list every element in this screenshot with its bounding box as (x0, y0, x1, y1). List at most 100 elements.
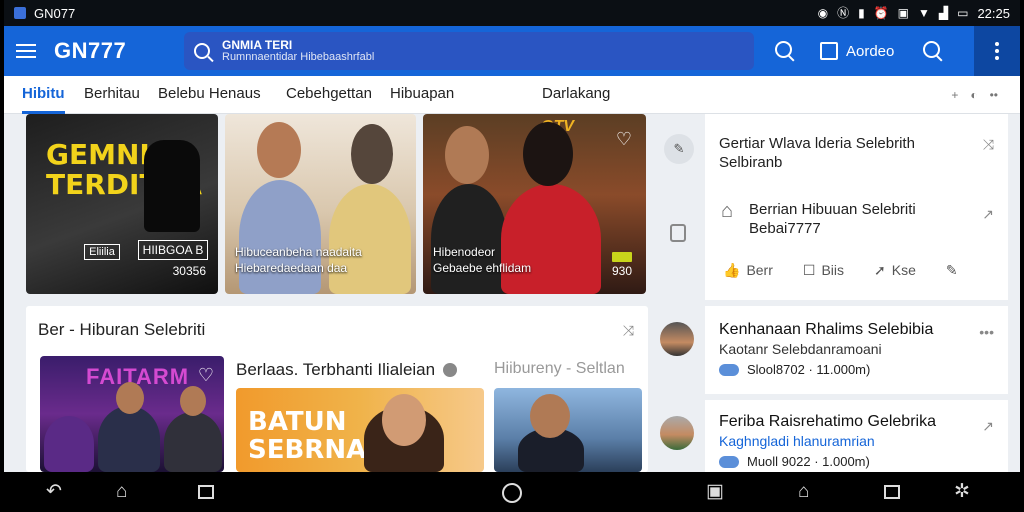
card-meta: 930 (611, 264, 632, 278)
pen-icon[interactable]: ✎ (664, 134, 694, 164)
person-head-image (257, 122, 301, 178)
search-subtext: Rumnnaentidar Hibebaashrfabl (222, 51, 375, 63)
tab-home[interactable]: Hibitu (22, 76, 65, 114)
list-item-meta: Muoll 9022 · 1.000m) (719, 454, 936, 469)
toggle-icon[interactable]: ◐ (970, 88, 977, 102)
settings-icon[interactable]: ✲ (954, 482, 970, 502)
wifi-icon: ▼ (917, 6, 930, 20)
list-item-meta: Slool8702 · 11.000m) (719, 362, 933, 377)
checkbox-icon[interactable] (820, 42, 838, 60)
comment-button[interactable]: ☐ Biis (803, 262, 844, 279)
trend-icon[interactable]: ↗ (982, 206, 994, 223)
status-time: 22:25 (977, 5, 1010, 21)
status-bar: GN077 ◉ Ⓝ ▮ ⏰ ▣ ▼ ▟ ▭ 22:25 (4, 0, 1020, 26)
home-icon[interactable]: ⌂ (798, 482, 809, 502)
dnd-icon: ◉ (817, 6, 829, 20)
more-options-icon[interactable] (974, 26, 1020, 76)
back-icon[interactable]: ↶ (46, 482, 62, 502)
share-icon[interactable]: ⤨ (983, 136, 994, 153)
menu-icon[interactable] (4, 26, 48, 76)
card-meta: 30356 (172, 264, 206, 278)
person-head-image (116, 382, 144, 414)
list-item-subtitle[interactable]: Kaghngladi hlanuramrian (719, 432, 936, 450)
tab-news[interactable]: Berhitau (84, 76, 140, 114)
search-text: GNMIA TERI (222, 38, 293, 52)
cast-icon: ▣ (897, 6, 909, 20)
recents-icon[interactable] (884, 485, 900, 499)
card-caption: Hibenodeor Gebaebe ehflidam (433, 245, 532, 275)
app-window: GN077 ◉ Ⓝ ▮ ⏰ ▣ ▼ ▟ ▭ 22:25 GN777 GNMIA … (4, 0, 1020, 512)
more-icon[interactable]: ••• (979, 324, 994, 340)
avatar[interactable] (660, 416, 694, 450)
list-item[interactable]: Kenhanaan Rhalims Selebibia Kaotanr Sele… (705, 306, 1008, 394)
search-bar[interactable]: GNMIA TERI Rumnnaentidar Hibebaashrfabl (184, 32, 754, 70)
tab-behind[interactable]: Darlakang (542, 76, 610, 114)
search-icon[interactable] (774, 40, 796, 62)
comment-icon: ☐ (802, 262, 816, 278)
vibrate-icon: ▮ (858, 6, 865, 20)
add-icon[interactable]: + (951, 88, 958, 102)
list-item-title: Kenhanaan Rhalims Selebibia (719, 321, 934, 338)
person-image (431, 184, 507, 294)
status-app-name: GN077 (34, 5, 76, 21)
source-icon (719, 455, 739, 468)
share-button[interactable]: ➚ Kse (874, 262, 916, 279)
search-icon (194, 43, 210, 59)
feature-card-2[interactable]: Hibuceanbeha naadaita Hiebaredaedaan daa (225, 114, 416, 294)
tab-gossip[interactable]: Cebehgettan (286, 76, 372, 114)
person-image (239, 180, 321, 294)
section-label-secondary: Hiibureny - Seltlan (494, 360, 625, 377)
section-card-2[interactable]: BATUN SEBRNA (236, 388, 484, 472)
section-card-3[interactable] (494, 388, 642, 472)
celebrity-section: Ber - Hiburan Selebriti ⤨ FAITARM ♡ Berl… (26, 306, 648, 472)
card-small-button[interactable]: Eliilia (84, 244, 120, 260)
favorite-icon[interactable]: ♡ (198, 366, 214, 384)
section-title: Ber - Hiburan Selebriti (38, 320, 206, 339)
section-card-1[interactable]: FAITARM ♡ (40, 356, 224, 472)
list-item[interactable]: Feriba Raisrehatimo Gelebrika Kaghngladi… (705, 400, 1008, 472)
like-button[interactable]: 👍 Berr (723, 262, 773, 279)
person-image (98, 406, 160, 472)
silhouette-image (144, 140, 200, 232)
navigation-bar: ↶ ⌂ ▣ ⌂ ✲ (4, 472, 1020, 512)
recents-icon[interactable] (198, 485, 214, 499)
verified-icon (443, 363, 458, 377)
section-label: Berlaas. Terbhanti Ilialeian (236, 360, 458, 380)
tab-celebrity-news[interactable]: Belebu Henaus (158, 76, 261, 114)
person-head-image (351, 124, 393, 184)
person-head-image (445, 126, 489, 184)
trending-title: Gertiar Wlava lderia Selebrith Selbiranb (719, 135, 915, 171)
appbar-action-label[interactable]: Aordeo (846, 43, 894, 60)
home-circle-icon[interactable] (502, 483, 522, 503)
person-image (44, 416, 94, 472)
trending-subtitle: Berrian Hibuuan Selebriti Bebai7777 (749, 201, 916, 237)
feature-card-1[interactable]: GEMNIH TERDITKA Eliilia HIIBGOA B 30356 (26, 114, 218, 294)
card-large-button[interactable]: HIIBGOA B (138, 240, 208, 260)
share-arrow-icon: ➚ (874, 262, 886, 278)
app-notification-icon (14, 7, 26, 19)
avatar[interactable] (660, 322, 694, 356)
tab-entertainment[interactable]: Hibuapan (390, 76, 454, 114)
tag-icon: ⌂ (721, 200, 734, 222)
home-icon[interactable]: ⌂ (116, 482, 127, 502)
battery-icon: ▭ (957, 6, 969, 20)
source-icon (719, 363, 739, 376)
edit-icon[interactable]: ✎ (946, 262, 958, 279)
nfc-icon: Ⓝ (837, 6, 850, 20)
lock-icon[interactable] (670, 224, 686, 242)
brand-logo[interactable]: GN777 (54, 38, 174, 64)
trend-icon[interactable]: ↗ (982, 418, 994, 435)
favorite-icon[interactable]: ♡ (616, 130, 632, 148)
feature-card-3[interactable]: GTV ♡ Hibenodeor Gebaebe ehflidam 930 (423, 114, 646, 294)
person-head-image (530, 394, 570, 438)
list-item-subtitle: Kaotanr Selebdanramoani (719, 341, 882, 357)
screenshot-icon[interactable]: ▣ (706, 482, 724, 502)
person-head-image (180, 386, 206, 416)
card-caption: Hibuceanbeha naadaita Hiebaredaedaan daa (235, 245, 362, 275)
share-icon[interactable]: ⤨ (623, 322, 634, 339)
search-icon[interactable] (922, 40, 944, 62)
person-image (164, 412, 222, 472)
more-icon[interactable]: •• (990, 88, 998, 102)
trending-card[interactable]: Gertiar Wlava lderia Selebrith Selbiranb… (705, 114, 1008, 300)
list-item-title: Feriba Raisrehatimo Gelebrika (719, 413, 936, 430)
